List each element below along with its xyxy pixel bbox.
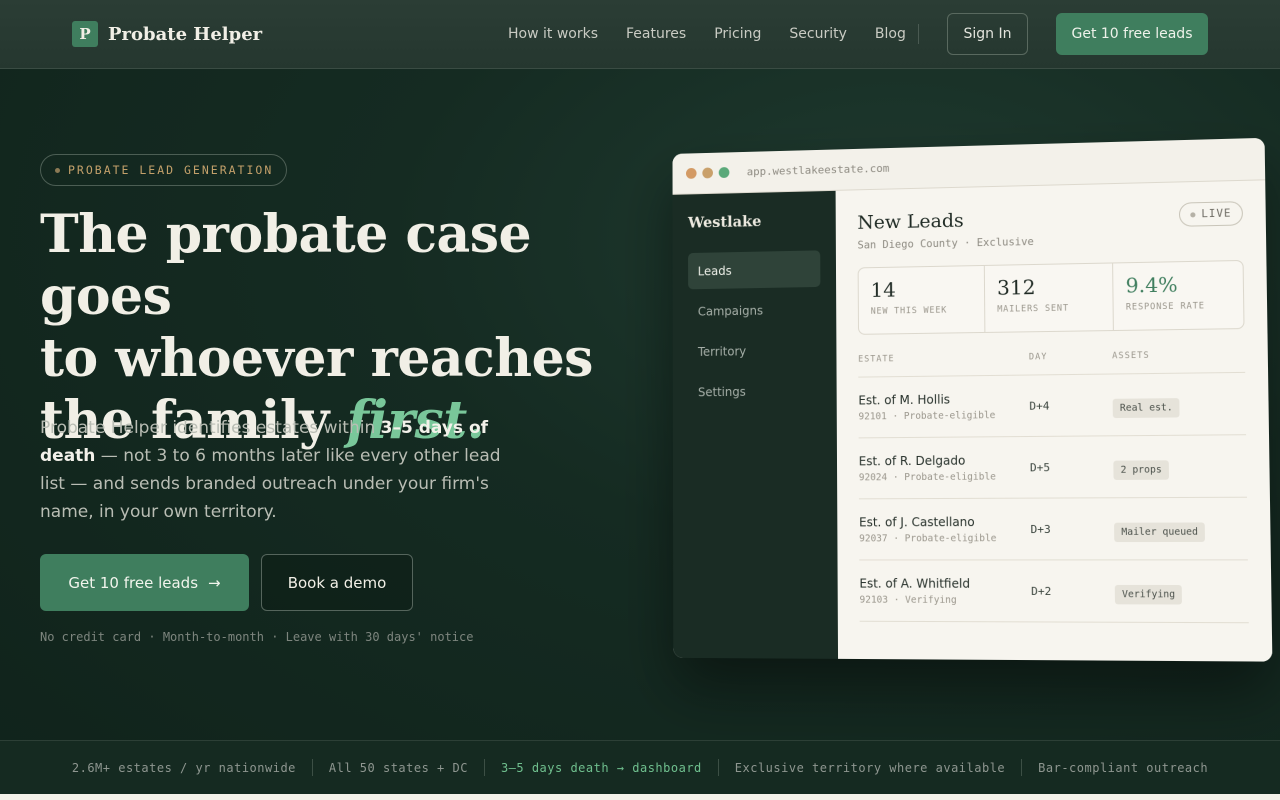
logo-icon: P — [72, 21, 98, 47]
estate-cell: Est. of R. Delgado 92024 · Probate-eligi… — [859, 453, 1030, 483]
top-navigation: P Probate Helper How it works Features P… — [0, 0, 1280, 69]
arrow-right-icon: → — [208, 574, 221, 592]
window-close-icon — [686, 168, 697, 179]
logo[interactable]: P Probate Helper — [72, 21, 262, 47]
estate-meta: 92024 · Probate-eligible — [859, 471, 1030, 483]
sidebar-item-campaigns[interactable]: Campaigns — [688, 291, 820, 330]
estate-cell: Est. of A. Whitfield 92103 · Verifying — [859, 576, 1031, 606]
live-badge: LIVE — [1179, 201, 1244, 227]
estate-name: Est. of A. Whitfield — [859, 576, 1031, 590]
nav-link-pricing[interactable]: Pricing — [714, 26, 761, 42]
strip-item-states: All 50 states + DC — [313, 761, 484, 775]
window-minimize-icon — [702, 167, 713, 178]
table-row[interactable]: Est. of R. Delgado 92024 · Probate-eligi… — [859, 435, 1247, 499]
get-free-leads-label: Get 10 free leads — [68, 574, 198, 592]
estate-name: Est. of R. Delgado — [859, 453, 1030, 468]
estate-name: Est. of M. Hollis — [858, 391, 1029, 407]
estate-cell: Est. of M. Hollis 92101 · Probate-eligib… — [858, 391, 1029, 422]
book-demo-button[interactable]: Book a demo — [261, 554, 413, 611]
sign-in-button[interactable]: Sign In — [947, 13, 1028, 55]
headline-line-1: The probate case goes — [40, 204, 531, 327]
strip-item-territory: Exclusive territory where available — [719, 761, 1021, 775]
table-row[interactable]: Est. of J. Castellano 92037 · Probate-el… — [859, 498, 1248, 561]
mockup-brand: Westlake — [688, 211, 820, 232]
estate-meta: 92101 · Probate-eligible — [858, 409, 1029, 422]
mockup-sidebar: Westlake Leads Campaigns Territory Setti… — [673, 191, 838, 659]
app-mockup: app.westlakeestate.com Westlake Leads Ca… — [673, 138, 1273, 662]
asset-chip: 2 props — [1113, 460, 1169, 480]
badge-dot-icon — [55, 168, 60, 173]
nav-divider — [918, 24, 919, 44]
asset-chip: Real est. — [1113, 398, 1180, 418]
description-part-1: Probate Helper identifies estates within — [40, 418, 381, 438]
day-cell: D+4 — [1029, 398, 1112, 412]
window-maximize-icon — [719, 167, 730, 178]
feature-strip: 2.6M+ estates / yr nationwide All 50 sta… — [0, 740, 1280, 794]
live-dot-icon — [1190, 212, 1195, 217]
headline-line-2: to whoever reaches — [40, 328, 593, 389]
brand-name: Probate Helper — [108, 24, 262, 45]
hero-description: Probate Helper identifies estates within… — [40, 414, 520, 526]
hero-fineprint: No credit card · Month-to-month · Leave … — [40, 630, 473, 644]
stat-label: RESPONSE RATE — [1126, 301, 1231, 313]
mockup-main: New Leads San Diego County · Exclusive L… — [836, 180, 1273, 661]
sidebar-item-leads[interactable]: Leads — [688, 250, 820, 289]
column-estate: ESTATE — [858, 352, 1029, 364]
next-section-edge — [0, 794, 1280, 800]
day-cell: D+3 — [1030, 522, 1114, 535]
asset-cell: Real est. — [1113, 395, 1180, 415]
nav-link-features[interactable]: Features — [626, 26, 686, 42]
live-label: LIVE — [1201, 207, 1231, 220]
asset-cell: Verifying — [1115, 581, 1183, 601]
stat-value: 312 — [997, 274, 1100, 300]
browser-url: app.westlakeestate.com — [747, 162, 890, 178]
nav-link-security[interactable]: Security — [789, 26, 847, 42]
column-assets: ASSETS — [1112, 351, 1150, 362]
stat-new-this-week: 14 NEW THIS WEEK — [859, 266, 986, 334]
hero-badge: PROBATE LEAD GENERATION — [40, 154, 287, 186]
strip-item-compliance: Bar-compliant outreach — [1022, 761, 1224, 775]
estate-meta: 92103 · Verifying — [860, 594, 1032, 606]
asset-cell: 2 props — [1113, 457, 1169, 477]
stat-mailers-sent: 312 MAILERS SENT — [985, 263, 1114, 331]
badge-label: PROBATE LEAD GENERATION — [68, 163, 273, 177]
nav-link-blog[interactable]: Blog — [875, 26, 906, 42]
day-cell: D+2 — [1031, 584, 1115, 597]
stat-label: NEW THIS WEEK — [871, 305, 973, 317]
table-row[interactable]: Est. of A. Whitfield 92103 · Verifying D… — [859, 560, 1248, 623]
stat-label: MAILERS SENT — [997, 303, 1100, 315]
stat-value: 9.4% — [1125, 271, 1230, 297]
sidebar-item-settings[interactable]: Settings — [688, 372, 821, 410]
asset-chip: Mailer queued — [1114, 522, 1205, 542]
strip-item-estates: 2.6M+ estates / yr nationwide — [56, 761, 312, 775]
asset-cell: Mailer queued — [1114, 519, 1205, 539]
estate-cell: Est. of J. Castellano 92037 · Probate-el… — [859, 514, 1031, 544]
strip-item-speed: 3–5 days death → dashboard — [485, 761, 718, 775]
stat-response-rate: 9.4% RESPONSE RATE — [1113, 261, 1243, 330]
nav-get-leads-button[interactable]: Get 10 free leads — [1056, 13, 1208, 55]
mockup-body: Westlake Leads Campaigns Territory Setti… — [673, 180, 1273, 661]
get-free-leads-button[interactable]: Get 10 free leads → — [40, 554, 249, 611]
description-part-2: — not 3 to 6 months later like every oth… — [40, 446, 501, 522]
nav-link-how-it-works[interactable]: How it works — [508, 26, 598, 42]
estate-name: Est. of J. Castellano — [859, 514, 1030, 529]
sidebar-item-territory[interactable]: Territory — [688, 331, 821, 369]
mockup-subtitle: San Diego County · Exclusive — [857, 232, 1243, 252]
day-cell: D+5 — [1030, 460, 1114, 474]
nav-links: How it works Features Pricing Security B… — [508, 26, 906, 42]
stat-value: 14 — [871, 276, 973, 302]
estate-meta: 92037 · Probate-eligible — [859, 533, 1031, 544]
asset-chip: Verifying — [1115, 584, 1183, 604]
stats-panel: 14 NEW THIS WEEK 312 MAILERS SENT 9.4% R… — [858, 260, 1245, 335]
column-day: DAY — [1029, 351, 1112, 362]
table-row[interactable]: Est. of M. Hollis 92101 · Probate-eligib… — [858, 373, 1246, 438]
